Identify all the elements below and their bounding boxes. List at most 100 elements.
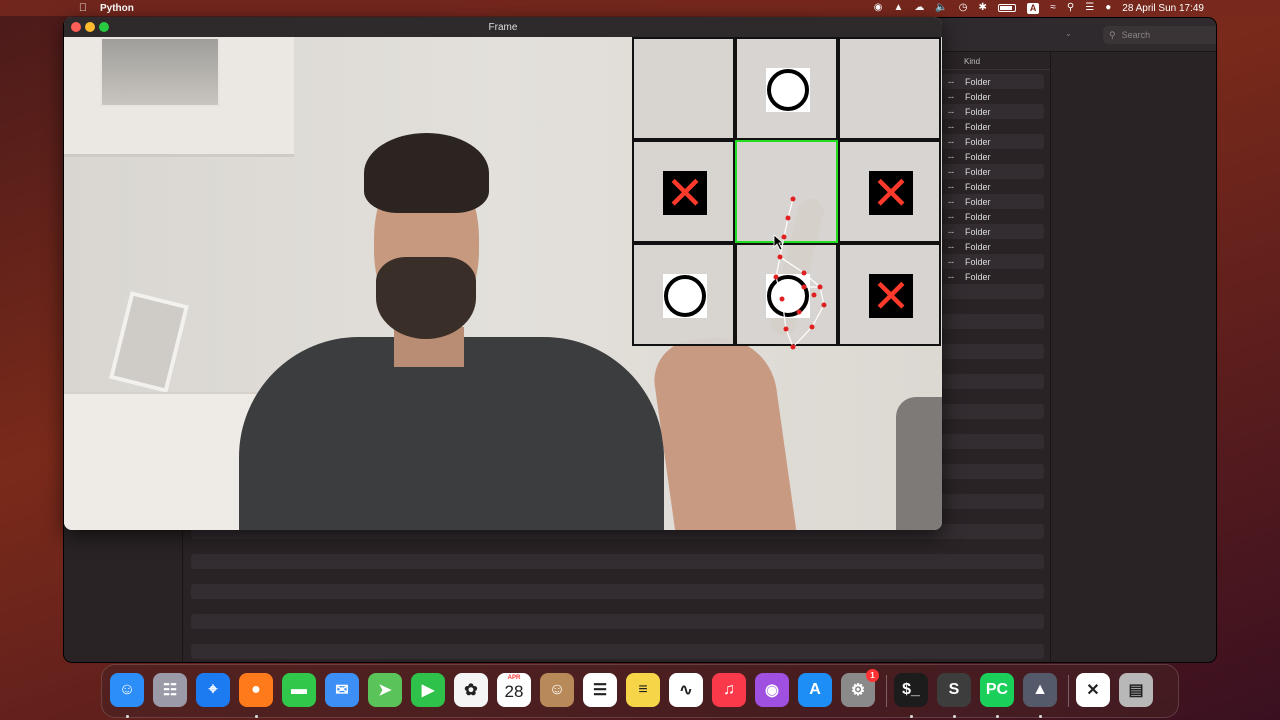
sublime-text-icon[interactable]: S (937, 673, 971, 707)
control-center-icon[interactable]: ☰ (1085, 0, 1094, 16)
board-cell-6[interactable]: ✕ (838, 140, 941, 243)
dock-separator (1068, 675, 1069, 707)
finder-search-field[interactable]: ⚲ Search (1103, 26, 1216, 44)
finder-row-kind: Folder (965, 256, 991, 267)
terminal-icon-glyph: $_ (902, 681, 920, 698)
finder-row-kind: Folder (965, 121, 991, 132)
finder-row-size: -- (948, 196, 954, 207)
record-icon[interactable]: ◉ (874, 0, 883, 16)
x11-icon[interactable]: ✕ (1076, 673, 1110, 707)
finder-row-kind: Folder (965, 136, 991, 147)
calendar-day: 28 (504, 682, 524, 701)
system-settings-icon-glyph: ⚙ (850, 682, 866, 699)
trash-icon[interactable]: ▤ (1119, 673, 1153, 707)
finder-row-size: -- (948, 271, 954, 282)
maximize-window-button[interactable] (99, 22, 109, 32)
music-icon[interactable]: ♫ (712, 673, 746, 707)
app-store-icon[interactable]: A (798, 673, 832, 707)
mail-icon[interactable]: ✉ (325, 673, 359, 707)
chevron-down-icon[interactable]: ⌄ (1065, 29, 1072, 38)
finder-row-kind: Folder (965, 196, 991, 207)
bluetooth-icon[interactable]: ✱ (979, 0, 987, 16)
contacts-icon[interactable]: ☺ (540, 673, 574, 707)
finder-row-kind: Folder (965, 106, 991, 117)
o-ring (664, 275, 706, 317)
calendar-icon[interactable]: APR 28 (497, 673, 531, 707)
freeform-icon[interactable]: ∿ (669, 673, 703, 707)
firefox-icon[interactable]: ● (239, 673, 273, 707)
board-cell-9[interactable]: ✕ (838, 243, 941, 346)
person-hair (364, 133, 489, 213)
safari-icon[interactable]: ⌖ (196, 673, 230, 707)
o-mark-icon (766, 274, 810, 318)
running-indicator (126, 715, 129, 718)
pycharm-icon[interactable]: PC (980, 673, 1014, 707)
background-chair (896, 397, 942, 530)
o-mark-icon (663, 274, 707, 318)
finder-row-kind: Folder (965, 76, 991, 87)
finder-icon[interactable]: ☺ (110, 673, 144, 707)
board-cell-5[interactable] (735, 140, 838, 243)
menu-bar-clock[interactable]: 28 April Sun 17:49 (1122, 3, 1204, 14)
reminders-icon[interactable]: ☰ (583, 673, 617, 707)
photos-icon[interactable]: ✿ (454, 673, 488, 707)
trash-icon-glyph: ▤ (1128, 682, 1144, 699)
time-machine-icon[interactable]: ◷ (959, 0, 968, 16)
launchpad-icon-glyph: ☷ (162, 682, 178, 699)
system-settings-icon[interactable]: ⚙ 1 (841, 669, 879, 707)
board-cell-3[interactable] (838, 37, 941, 140)
freeform-icon-glyph: ∿ (679, 682, 693, 699)
tic-tac-toe-board: ✕ ✕ ✕ (632, 37, 942, 347)
python-rocket-icon[interactable]: ▲ (1023, 673, 1057, 707)
mail-icon-glyph: ✉ (335, 682, 349, 699)
board-cell-4[interactable]: ✕ (632, 140, 735, 243)
board-cell-1[interactable] (632, 37, 735, 140)
cloud-icon[interactable]: ☁ (914, 0, 924, 16)
frame-window: Frame ✕ ✕ ✕ (64, 17, 942, 530)
siri-icon[interactable]: ● (1105, 0, 1111, 16)
app-menu-name[interactable]: Python (100, 3, 134, 14)
x-mark-icon: ✕ (869, 170, 913, 216)
board-cell-2[interactable] (735, 37, 838, 140)
maps-icon[interactable]: ➤ (368, 673, 402, 707)
app-store-icon-glyph: A (809, 681, 821, 698)
finder-row-kind: Folder (965, 181, 991, 192)
column-header-kind[interactable]: Kind (964, 57, 980, 66)
volume-icon[interactable]: 🔈 (935, 0, 947, 16)
finder-row-kind: Folder (965, 211, 991, 222)
close-window-button[interactable] (71, 22, 81, 32)
board-cell-8[interactable] (735, 243, 838, 346)
messages-icon[interactable]: ▬ (282, 673, 316, 707)
launchpad-icon[interactable]: ☷ (153, 673, 187, 707)
minimize-window-button[interactable] (85, 22, 95, 32)
finder-row-size: -- (948, 136, 954, 147)
board-cell-7[interactable] (632, 243, 735, 346)
o-ring (767, 69, 809, 111)
notification-icon[interactable]: ▲ (893, 0, 903, 16)
finder-empty-row (191, 599, 1044, 614)
messages-icon-glyph: ▬ (291, 681, 307, 698)
sublime-text-icon-glyph: S (948, 681, 960, 698)
spotlight-icon[interactable]: ⚲ (1067, 0, 1074, 16)
finder-row-size: -- (948, 226, 954, 237)
finder-row-kind: Folder (965, 271, 991, 282)
python-rocket-icon-glyph: ▲ (1032, 681, 1048, 698)
facetime-icon[interactable]: ▶ (411, 673, 445, 707)
frame-title-bar[interactable]: Frame (64, 17, 942, 37)
input-source-icon[interactable]: A (1026, 2, 1040, 14)
finder-empty-row (191, 539, 1044, 554)
terminal-icon[interactable]: $_ (894, 673, 928, 707)
apple-menu-icon[interactable]:  (76, 2, 90, 14)
background-cabinet (64, 37, 294, 157)
finder-row-kind: Folder (965, 151, 991, 162)
notes-icon[interactable]: ≡ (626, 673, 660, 707)
finder-row-kind: Folder (965, 166, 991, 177)
battery-icon[interactable] (997, 4, 1016, 12)
notification-badge: 1 (866, 669, 879, 682)
background-photo-frame (109, 291, 189, 393)
finder-empty-row (191, 584, 1044, 599)
wifi-icon[interactable]: ≈ (1050, 0, 1056, 16)
finder-row-kind: Folder (965, 226, 991, 237)
photos-icon-glyph: ✿ (464, 682, 478, 699)
podcasts-icon[interactable]: ◉ (755, 673, 789, 707)
